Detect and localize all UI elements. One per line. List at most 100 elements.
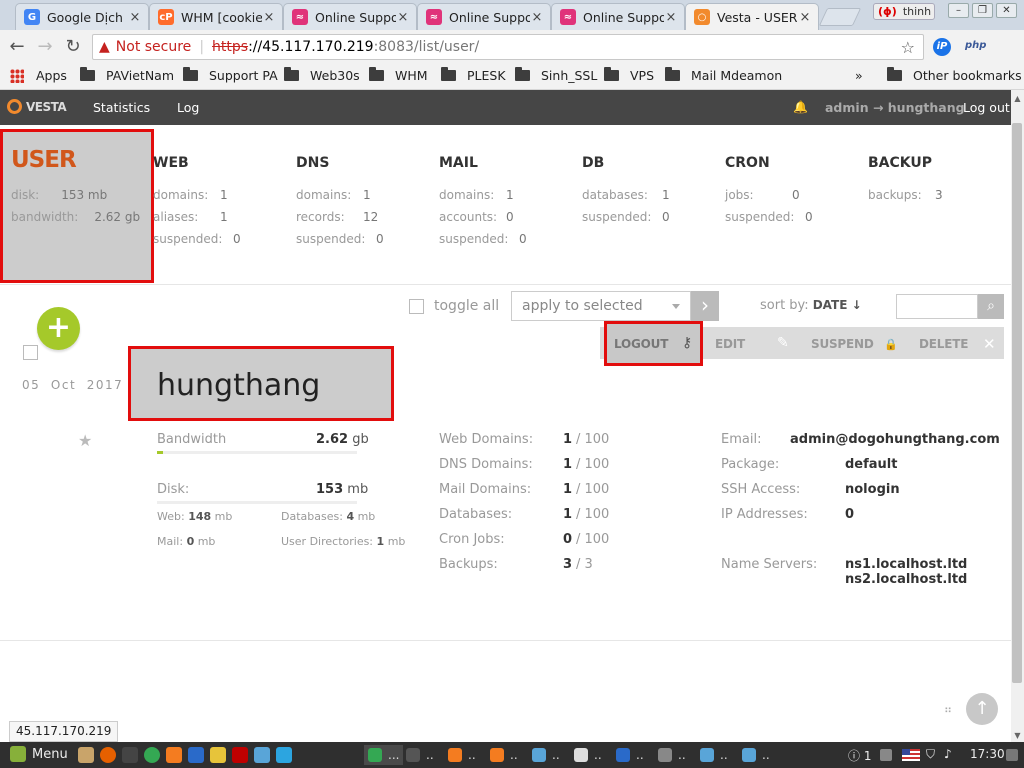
chrome-launcher-icon[interactable] xyxy=(144,747,160,763)
browser-tab[interactable]: cP WHM [cookie × xyxy=(149,3,283,30)
folder-icon xyxy=(604,67,619,81)
close-window-button[interactable]: ✕ xyxy=(996,3,1017,18)
suspend-user-button[interactable]: SUSPEND xyxy=(811,337,874,351)
network-launcher-icon[interactable] xyxy=(254,747,270,763)
bookmark-plesk[interactable]: PLESK xyxy=(441,67,506,83)
close-icon[interactable]: × xyxy=(664,10,678,25)
apply-button[interactable]: › xyxy=(691,291,719,321)
files-launcher-icon[interactable] xyxy=(78,747,94,763)
logout-as-user-button[interactable]: LOGOUT xyxy=(614,337,668,351)
scrollbar-thumb[interactable] xyxy=(1012,123,1022,683)
support-icon: ≈ xyxy=(292,9,308,25)
toggle-all-label[interactable]: toggle all xyxy=(434,298,499,314)
bell-icon[interactable]: 🔔 xyxy=(793,100,808,114)
bookmark-web30s[interactable]: Web30s xyxy=(284,67,360,83)
scroll-down-arrow-icon[interactable]: ▼ xyxy=(1013,731,1022,740)
ip-extension-icon[interactable]: iP xyxy=(933,38,951,56)
show-desktop-icon[interactable] xyxy=(1006,749,1018,761)
scroll-up-arrow-icon[interactable]: ▲ xyxy=(1013,94,1022,103)
close-icon[interactable]: × xyxy=(798,10,812,25)
bookmark-pavietnam[interactable]: PAVietNam xyxy=(80,67,174,83)
sort-control[interactable]: sort by: DATE ↓ xyxy=(760,298,862,313)
close-icon[interactable]: × xyxy=(128,10,142,25)
keyboard-layout-flag-icon[interactable] xyxy=(902,749,920,761)
drag-dots-icon: ⠶ xyxy=(944,703,952,716)
nav-statistics[interactable]: Statistics xyxy=(93,100,150,115)
profile-button[interactable]: (ɸ) thinh xyxy=(873,3,935,20)
logout-link[interactable]: Log out xyxy=(963,100,1010,115)
limit-label: Cron Jobs: xyxy=(439,532,505,547)
burp-launcher-icon[interactable] xyxy=(166,747,182,763)
row-divider xyxy=(0,640,1011,641)
back-button[interactable]: ← xyxy=(6,36,28,58)
delete-user-button[interactable]: DELETE xyxy=(919,337,968,351)
close-icon[interactable]: × xyxy=(262,10,276,25)
browser-tab[interactable]: ≈ Online Suppo × xyxy=(551,3,685,30)
close-icon[interactable]: × xyxy=(396,10,410,25)
not-secure-label[interactable]: Not secure xyxy=(116,39,192,55)
firefox-launcher-icon[interactable] xyxy=(100,747,116,763)
summary-disk: disk: 153 mb xyxy=(11,188,108,202)
search-input[interactable] xyxy=(896,294,978,319)
scroll-to-top-button[interactable]: ↑ xyxy=(966,693,998,725)
taskbar-window-button[interactable]: .. xyxy=(742,745,770,765)
terminal-launcher-icon[interactable] xyxy=(122,747,138,763)
taskbar-window-button[interactable]: .. xyxy=(448,745,476,765)
user-switch-label[interactable]: admin → hungthang xyxy=(825,100,965,115)
clock[interactable]: 17:30 xyxy=(970,747,1005,761)
taskbar-window-button[interactable]: .. xyxy=(700,745,728,765)
web-disk: Web: 148 mb xyxy=(157,510,233,523)
address-bar[interactable]: ▲ Not secure | https://45.117.170.219:80… xyxy=(92,34,924,60)
bookmark-sinh-ssl[interactable]: Sinh_SSL xyxy=(515,67,597,83)
notes-launcher-icon[interactable] xyxy=(210,747,226,763)
url-host: ://45.117.170.219 xyxy=(248,39,374,55)
tray-shield-icon[interactable]: ⛉ xyxy=(926,747,935,762)
bookmark-support-pa[interactable]: Support PA xyxy=(183,67,278,83)
forward-button[interactable]: → xyxy=(34,36,56,58)
browser-tab[interactable]: ○ Vesta - USER × xyxy=(685,3,819,30)
maximize-button[interactable]: ❐ xyxy=(972,3,993,18)
notification-indicator[interactable]: ⓘ 1 xyxy=(848,747,871,764)
taskbar-window-button[interactable]: .. xyxy=(406,745,434,765)
bookmarks-overflow-button[interactable]: » xyxy=(855,68,863,83)
taskbar-window-button[interactable]: .. xyxy=(574,745,602,765)
volume-icon[interactable]: ♪ xyxy=(944,747,952,761)
network-tray-icon[interactable] xyxy=(880,749,892,761)
edit-user-button[interactable]: EDIT xyxy=(715,337,745,351)
search-icon[interactable]: ⌕ xyxy=(978,294,1004,319)
browser-tab[interactable]: ≈ Online Suppo × xyxy=(283,3,417,30)
summary-stat: backups: 3 xyxy=(868,188,943,202)
bookmark-vps[interactable]: VPS xyxy=(604,67,654,83)
bookmark-apps[interactable]: Apps xyxy=(10,68,67,83)
taskbar-window-button[interactable]: ... xyxy=(364,745,404,765)
taskbar-window-button[interactable]: .. xyxy=(658,745,686,765)
minimize-button[interactable]: – xyxy=(948,3,969,18)
start-menu-button[interactable]: Menu xyxy=(10,746,68,762)
reload-button[interactable]: ↻ xyxy=(62,36,84,58)
new-tab-button[interactable] xyxy=(818,8,862,26)
username[interactable]: hungthang xyxy=(157,368,320,403)
thunderbird-launcher-icon[interactable] xyxy=(188,747,204,763)
taskbar-window-button[interactable]: .. xyxy=(532,745,560,765)
bulk-action-select[interactable]: apply to selected xyxy=(511,291,691,321)
vesta-logo[interactable]: VESTA xyxy=(7,99,67,114)
telegram-launcher-icon[interactable] xyxy=(276,747,292,763)
favorite-star-icon[interactable]: ★ xyxy=(78,431,92,450)
taskbar-window-button[interactable]: .. xyxy=(616,745,644,765)
bookmark-mail-mdeamon[interactable]: Mail Mdeamon xyxy=(665,67,782,83)
bookmark-star-icon[interactable]: ☆ xyxy=(901,38,915,57)
sort-value[interactable]: DATE ↓ xyxy=(813,298,862,312)
browser-tab[interactable]: ≈ Online Suppo × xyxy=(417,3,551,30)
nav-log[interactable]: Log xyxy=(177,100,199,115)
add-user-button[interactable]: + xyxy=(37,307,80,350)
toggle-all-checkbox[interactable] xyxy=(409,299,424,314)
php-extension-icon[interactable]: php xyxy=(965,40,986,51)
taskbar-window-button[interactable]: .. xyxy=(490,745,518,765)
bookmark-other[interactable]: Other bookmarks xyxy=(887,67,1022,83)
bookmark-whm[interactable]: WHM xyxy=(369,67,428,83)
row-checkbox[interactable] xyxy=(23,345,38,360)
ssh-label: SSH Access: xyxy=(721,482,801,497)
filezilla-launcher-icon[interactable] xyxy=(232,747,248,763)
close-icon[interactable]: × xyxy=(530,10,544,25)
browser-tab[interactable]: G Google Dịch × xyxy=(15,3,149,30)
